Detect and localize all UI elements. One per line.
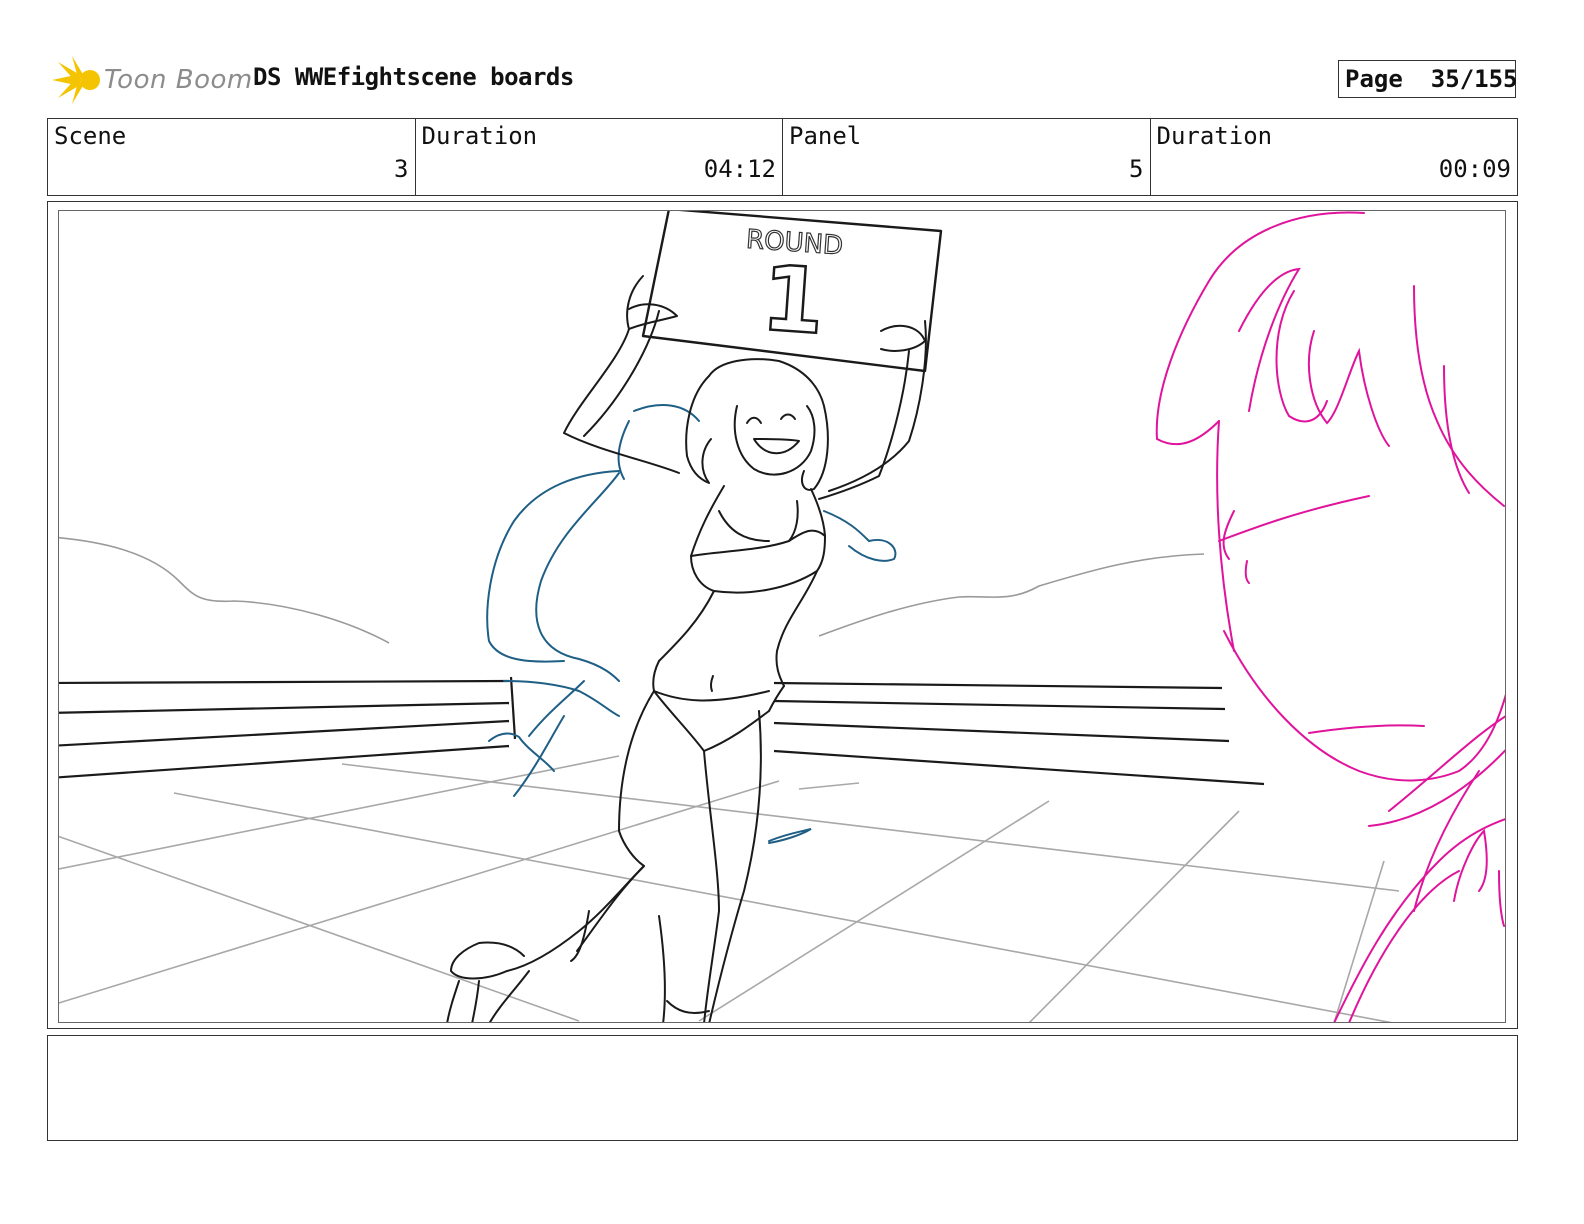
- ring-girl-sketch: [446, 211, 943, 1022]
- panel-duration-label: Duration: [1156, 122, 1273, 150]
- panel-drawing-area: ROUND 1: [58, 210, 1506, 1023]
- page-label: Page: [1345, 65, 1403, 93]
- panel-notes-box: [47, 1035, 1518, 1141]
- scene-info-bar: Scene 3 Duration 04:12 Panel 5 Duration …: [47, 118, 1518, 196]
- sketch-drawing: ROUND 1: [59, 211, 1505, 1022]
- page-number: 35/155: [1430, 65, 1518, 93]
- panel-cell: Panel 5: [783, 119, 1151, 195]
- magenta-closeup-sketch: [1155, 211, 1505, 1022]
- sign-number: 1: [758, 246, 828, 355]
- scene-label: Scene: [54, 122, 127, 150]
- starburst-icon: [52, 56, 100, 104]
- document-title: DS WWEfightscene boards: [253, 63, 574, 91]
- scene-value: 3: [394, 155, 409, 183]
- scene-duration-label: Duration: [421, 122, 538, 150]
- panel-label: Panel: [789, 122, 862, 150]
- scene-duration-value: 04:12: [703, 155, 776, 183]
- ring-floor-grid: [59, 755, 1400, 1022]
- panel-duration-cell: Duration 00:09: [1151, 119, 1518, 195]
- blue-wrestler-sketch: [486, 404, 897, 844]
- scene-cell: Scene 3: [48, 119, 416, 195]
- background-hills: [59, 536, 1205, 644]
- storyboard-panel: ROUND 1: [47, 201, 1518, 1029]
- panel-value: 5: [1129, 155, 1144, 183]
- scene-duration-cell: Duration 04:12: [416, 119, 783, 195]
- panel-duration-value: 00:09: [1438, 155, 1511, 183]
- page-indicator: Page 35/155: [1338, 60, 1518, 98]
- toon-boom-logo: Toon Boom: [50, 54, 253, 106]
- logo-text: Toon Boom: [104, 65, 253, 95]
